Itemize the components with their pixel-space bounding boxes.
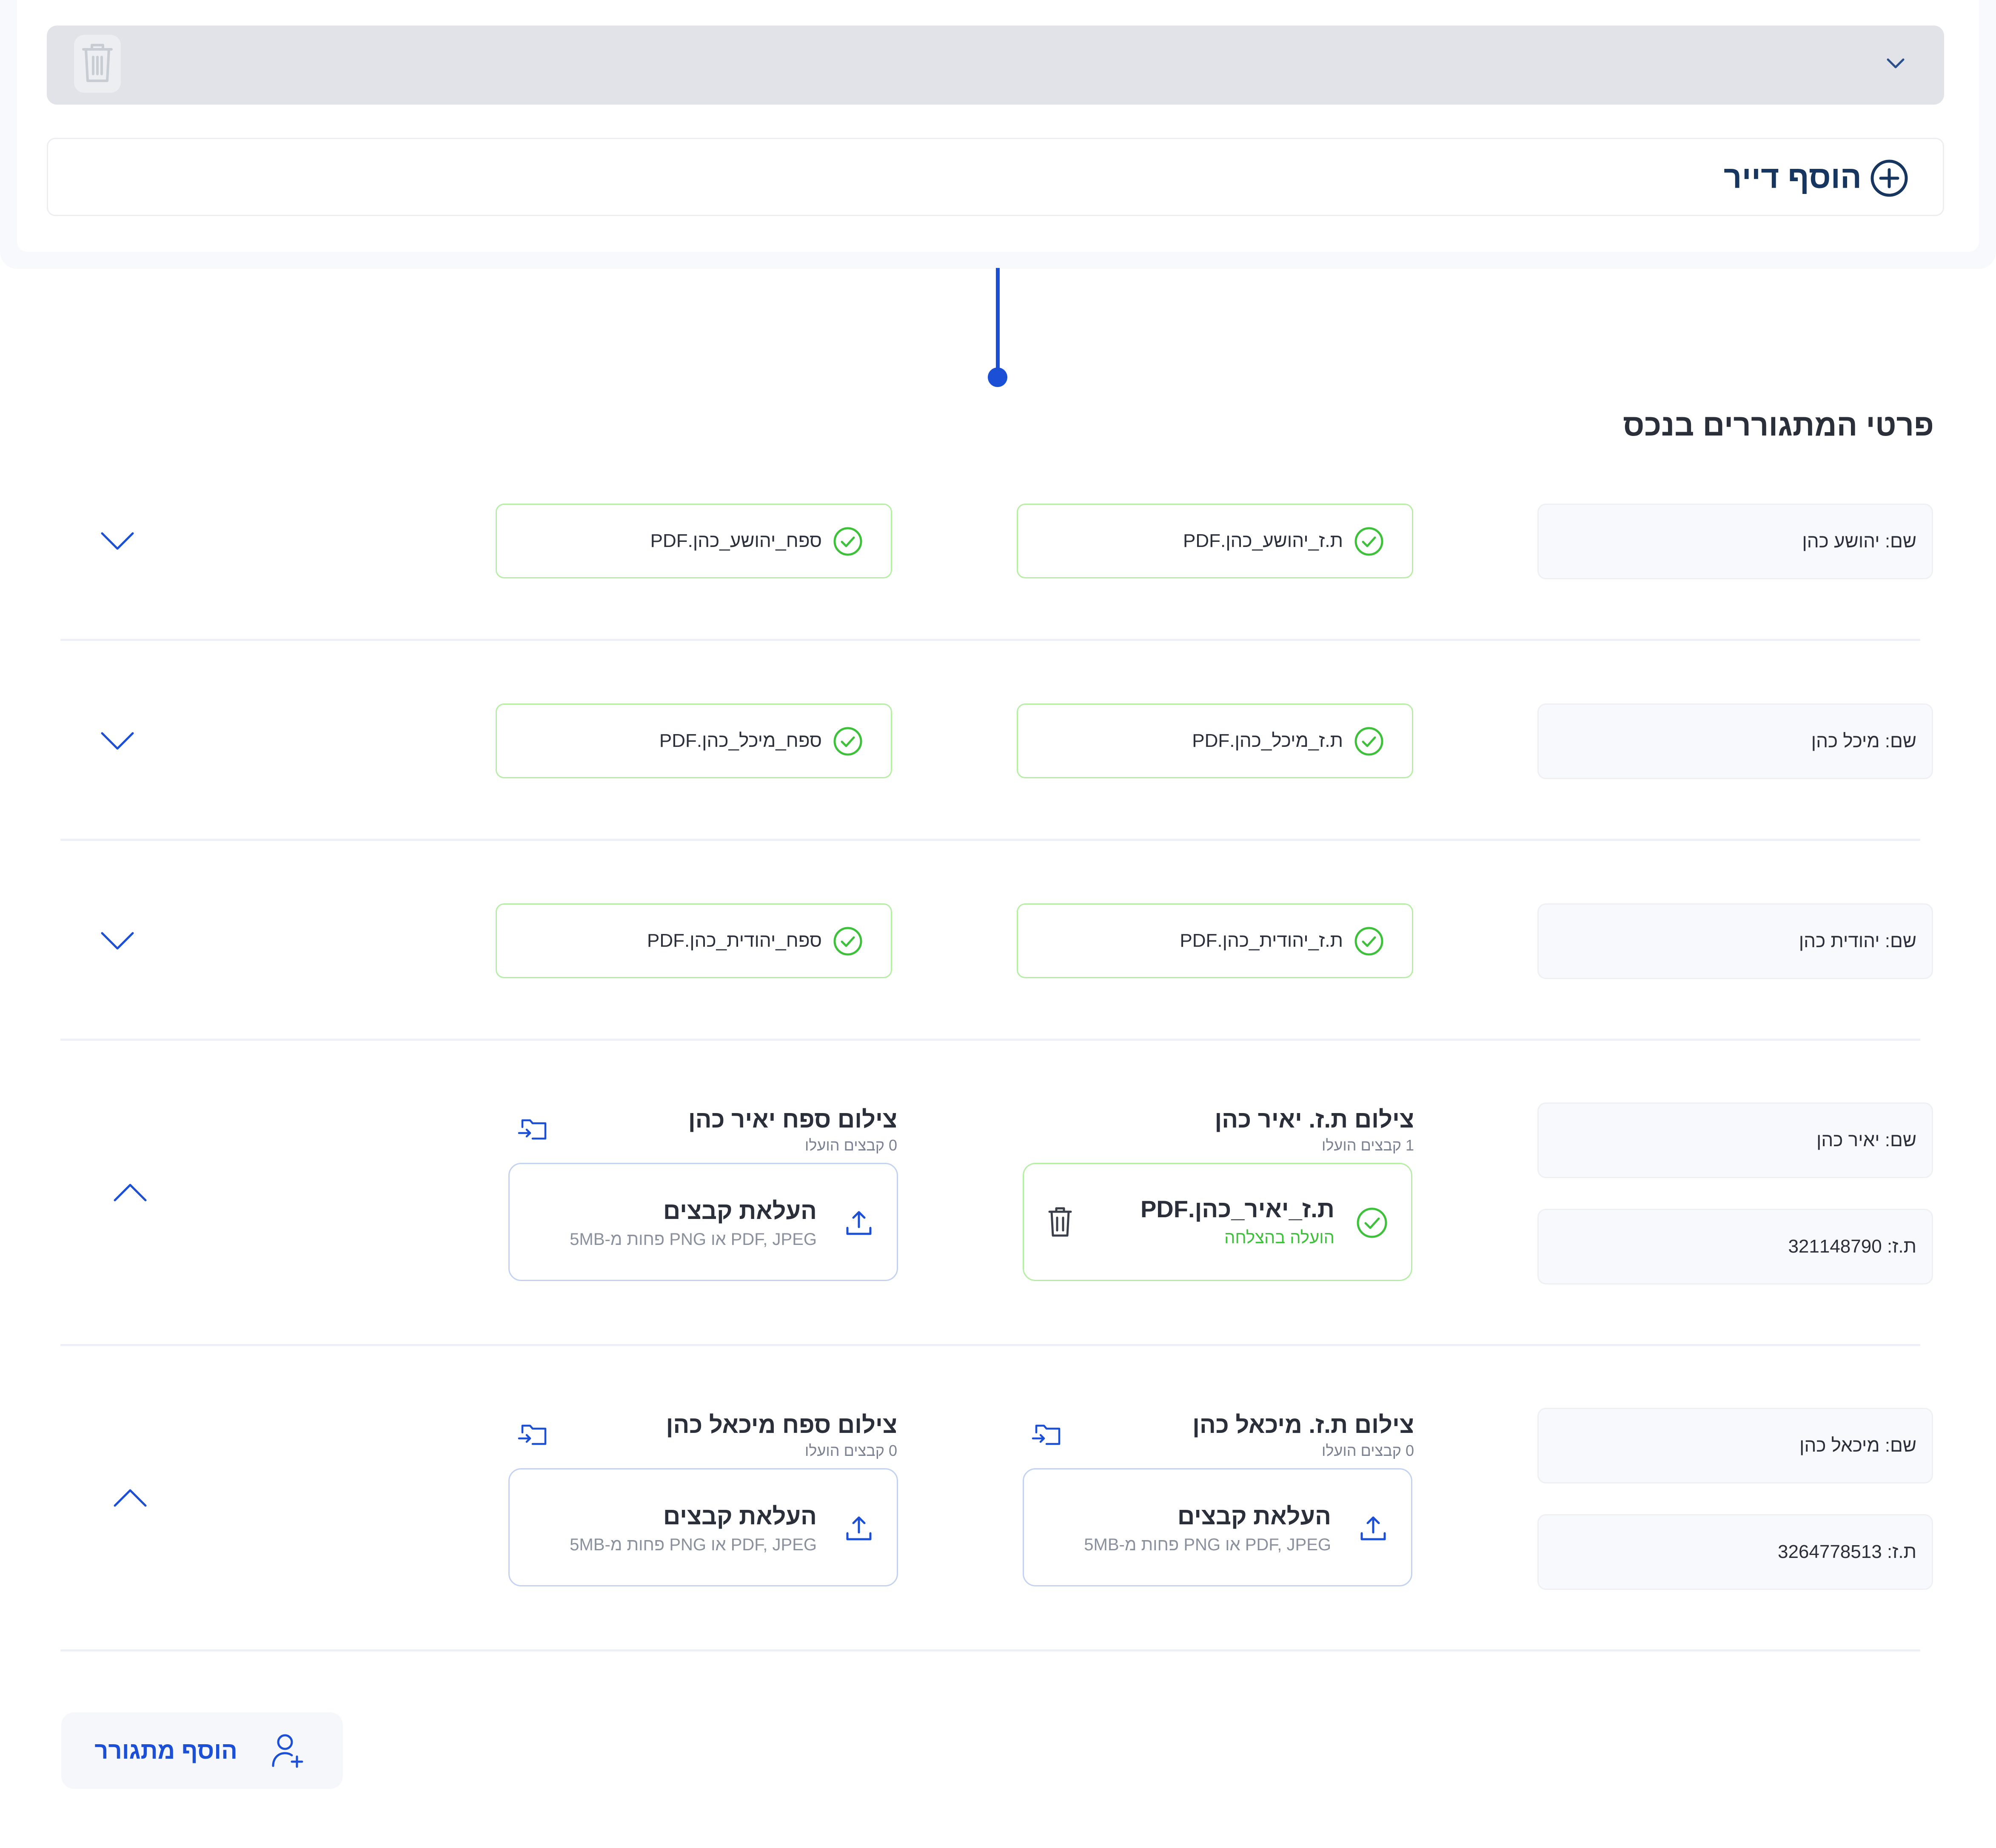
user-plus-icon bbox=[271, 1732, 305, 1770]
folder-import-icon[interactable] bbox=[517, 1422, 550, 1448]
row-divider bbox=[60, 639, 1920, 641]
appendix-file-name: ספח_יהודית_כהן.PDF bbox=[647, 930, 822, 951]
resident-id-number-field: ת.ז: 321148790 bbox=[1537, 1209, 1933, 1284]
check-circle-icon bbox=[1356, 1207, 1388, 1239]
upload-files-label: העלאת קבצים bbox=[1177, 1503, 1331, 1529]
add-tenant-label[interactable]: הוסף דייר bbox=[1489, 154, 1862, 201]
id-upload-title: צילום ת.ז. מיכאל כהן bbox=[1192, 1411, 1414, 1438]
trash-icon bbox=[82, 44, 113, 82]
appendix-upload-count: 0 קבצים הועלו bbox=[804, 1136, 897, 1154]
resident-id-number: ת.ז: 321148790 bbox=[1788, 1236, 1916, 1257]
row-divider bbox=[60, 1039, 1920, 1041]
upload-files-label: העלאת קבצים bbox=[663, 1503, 817, 1529]
check-circle-icon bbox=[1354, 527, 1384, 556]
chevron-up-icon[interactable] bbox=[113, 1182, 147, 1204]
resident-name-field: שם: יאיר כהן bbox=[1537, 1102, 1933, 1178]
check-circle-icon bbox=[833, 726, 863, 756]
plus-circle-icon bbox=[1870, 159, 1909, 198]
id-file-name: ת.ז_יהושע_כהן.PDF bbox=[1183, 530, 1343, 551]
check-circle-icon bbox=[833, 926, 863, 956]
resident-name-field: שם: יהושע כהן bbox=[1537, 504, 1933, 579]
appendix-upload-count: 0 קבצים הועלו bbox=[804, 1442, 897, 1459]
appendix-file-name: ספח_מיכל_כהן.PDF bbox=[659, 730, 822, 751]
row-divider bbox=[60, 1649, 1920, 1652]
chevron-down-icon[interactable] bbox=[100, 930, 134, 951]
chevron-up-icon[interactable] bbox=[113, 1488, 147, 1509]
chevron-down-icon[interactable] bbox=[1883, 53, 1908, 74]
upload-hint: PDF, JPEG או PNG פחות מ-5MB bbox=[1084, 1535, 1331, 1554]
chevron-down-icon[interactable] bbox=[100, 530, 134, 551]
upload-icon bbox=[1359, 1515, 1387, 1543]
check-circle-icon bbox=[1354, 926, 1384, 956]
row-divider bbox=[60, 839, 1920, 841]
id-file-name: ת.ז_מיכל_כהן.PDF bbox=[1192, 730, 1343, 751]
step-connector-line bbox=[996, 268, 1000, 375]
folder-import-icon[interactable] bbox=[517, 1117, 550, 1142]
id-file-name: ת.ז_יהודית_כהן.PDF bbox=[1180, 930, 1343, 951]
appendix-file-chip[interactable]: ספח_יהושע_כהן.PDF bbox=[496, 504, 892, 578]
resident-id-number-field: ת.ז: 3264778513 bbox=[1537, 1514, 1933, 1590]
uploaded-file-card: ת.ז_יאיר_כהן.PDF הועלה בהצלחה bbox=[1023, 1163, 1412, 1281]
check-circle-icon bbox=[1354, 726, 1384, 756]
id-file-chip[interactable]: ת.ז_מיכל_כהן.PDF bbox=[1017, 703, 1413, 778]
appendix-file-chip[interactable]: ספח_מיכל_כהן.PDF bbox=[496, 703, 892, 778]
resident-name-field: שם: מיכל כהן bbox=[1537, 703, 1933, 779]
resident-id-number: ת.ז: 3264778513 bbox=[1777, 1541, 1916, 1562]
step-connector-dot bbox=[988, 367, 1007, 387]
upload-hint: PDF, JPEG או PNG פחות מ-5MB bbox=[570, 1230, 817, 1249]
appendix-upload-title: צילום ספח מיכאל כהן bbox=[666, 1411, 897, 1438]
id-file-chip[interactable]: ת.ז_יהושע_כהן.PDF bbox=[1017, 504, 1413, 578]
resident-name: שם: יהודית כהן bbox=[1799, 931, 1916, 951]
uploaded-file-name: ת.ז_יאיר_כהן.PDF bbox=[1140, 1196, 1334, 1222]
add-resident-button[interactable]: הוסף מתגורר bbox=[61, 1712, 343, 1789]
appendix-file-chip[interactable]: ספח_יהודית_כהן.PDF bbox=[496, 903, 892, 978]
section-title: פרטי המתגוררים בנכס bbox=[1623, 408, 1934, 442]
upload-files-button[interactable]: העלאת קבצים PDF, JPEG או PNG פחות מ-5MB bbox=[1023, 1468, 1412, 1586]
id-upload-count: 1 קבצים הועלו bbox=[1321, 1136, 1414, 1154]
check-circle-icon bbox=[833, 527, 863, 556]
trash-icon[interactable] bbox=[1046, 1206, 1074, 1238]
upload-files-button[interactable]: העלאת קבצים PDF, JPEG או PNG פחות מ-5MB bbox=[508, 1163, 898, 1281]
resident-name: שם: מיכאל כהן bbox=[1799, 1435, 1916, 1456]
upload-files-label: העלאת קבצים bbox=[663, 1197, 817, 1224]
resident-name: שם: יהושע כהן bbox=[1802, 531, 1916, 552]
chevron-down-icon[interactable] bbox=[100, 730, 134, 751]
resident-name-field: שם: יהודית כהן bbox=[1537, 903, 1933, 979]
delete-tenant-button[interactable] bbox=[74, 35, 121, 93]
row-divider bbox=[60, 1344, 1920, 1346]
resident-name: שם: יאיר כהן bbox=[1816, 1130, 1916, 1150]
resident-name: שם: מיכל כהן bbox=[1811, 731, 1916, 752]
id-upload-title: צילום ת.ז. יאיר כהן bbox=[1215, 1106, 1414, 1133]
add-resident-label: הוסף מתגורר bbox=[94, 1737, 237, 1764]
appendix-upload-title: צילום ספח יאיר כהן bbox=[688, 1106, 897, 1133]
appendix-file-name: ספח_יהושע_כהן.PDF bbox=[650, 530, 822, 551]
folder-import-icon[interactable] bbox=[1031, 1422, 1064, 1448]
upload-success-status: הועלה בהצלחה bbox=[1224, 1228, 1334, 1247]
upload-files-button[interactable]: העלאת קבצים PDF, JPEG או PNG פחות מ-5MB bbox=[508, 1468, 898, 1586]
id-upload-count: 0 קבצים הועלו bbox=[1321, 1442, 1414, 1459]
upload-hint: PDF, JPEG או PNG פחות מ-5MB bbox=[570, 1535, 817, 1554]
upload-icon bbox=[845, 1209, 873, 1237]
resident-name-field: שם: מיכאל כהן bbox=[1537, 1408, 1933, 1484]
upload-icon bbox=[845, 1515, 873, 1543]
id-file-chip[interactable]: ת.ז_יהודית_כהן.PDF bbox=[1017, 903, 1413, 978]
collapsed-tenant-bar[interactable] bbox=[47, 26, 1944, 105]
